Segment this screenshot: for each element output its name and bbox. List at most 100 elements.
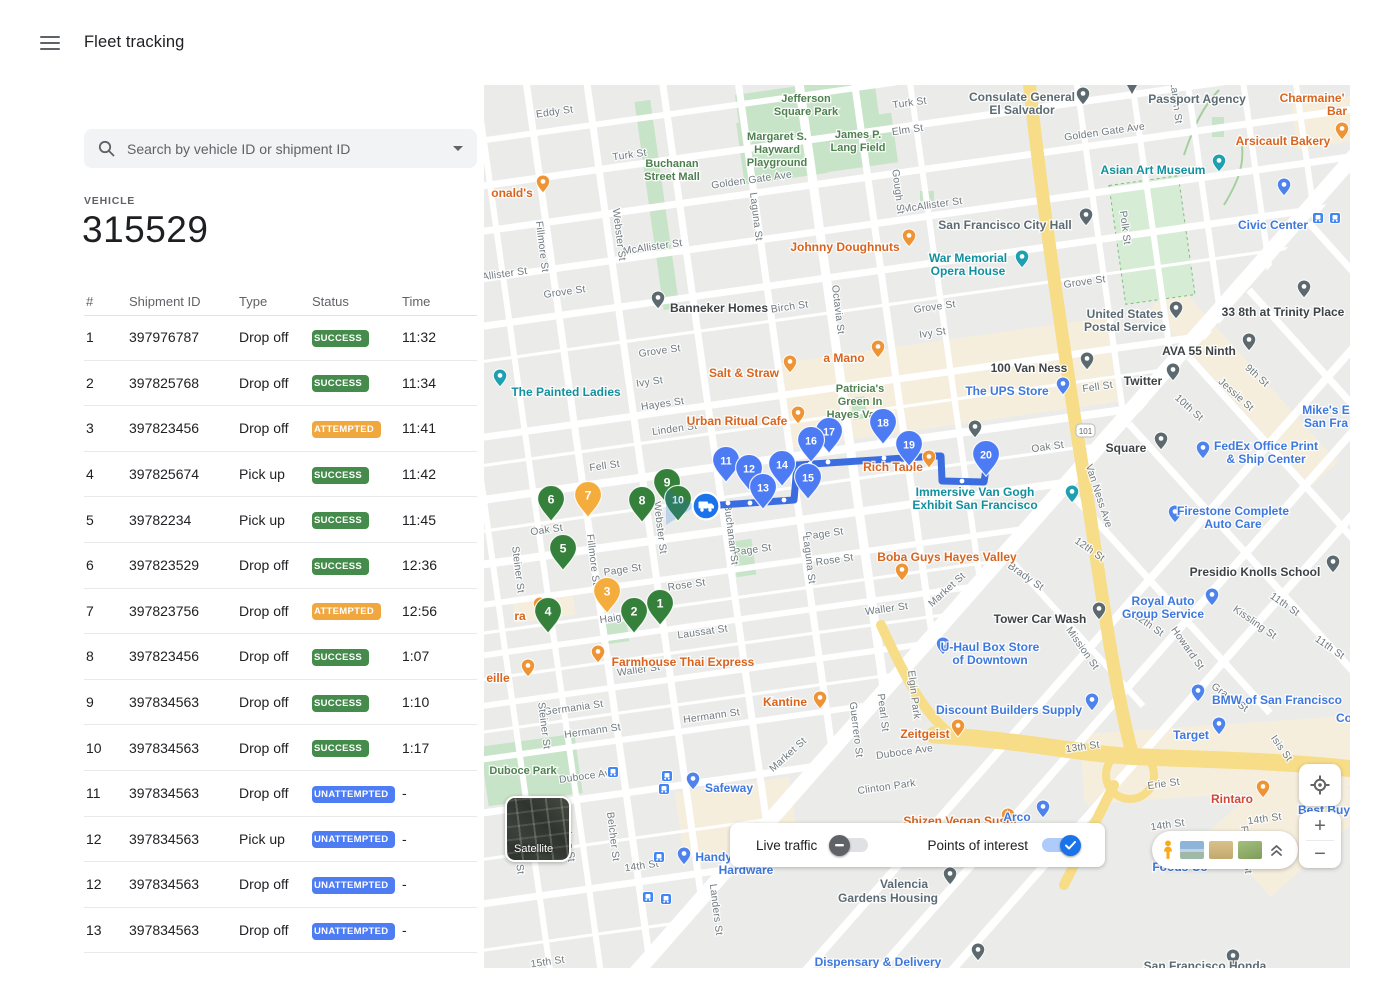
transit-icon[interactable] xyxy=(608,767,619,778)
transit-icon[interactable] xyxy=(662,771,673,782)
cell: 2 xyxy=(84,375,127,391)
poi-label[interactable]: JeffersonSquare Park xyxy=(774,93,839,118)
search-box[interactable] xyxy=(84,129,477,168)
imagery-thumbnail-3[interactable] xyxy=(1238,841,1262,859)
poi-label[interactable]: ra xyxy=(514,609,526,623)
map-canvas[interactable]: 101 Eddy StTurk StTurk StElm StGolden Ga… xyxy=(484,85,1350,968)
poi-label[interactable]: Boba Guys Hayes Valley xyxy=(877,550,1017,564)
cell: 4 xyxy=(84,466,127,482)
poi-label[interactable]: Target xyxy=(1173,728,1209,742)
table-row[interactable]: 12397834563Drop offUNATTEMPTED- xyxy=(84,862,477,908)
poi-label[interactable]: Tower Car Wash xyxy=(994,612,1087,626)
cell: 5 xyxy=(84,512,127,528)
poi-label[interactable]: Asian Art Museum xyxy=(1101,163,1206,177)
poi-label[interactable]: San Francisco Honda xyxy=(1144,959,1267,968)
satellite-toggle[interactable]: Satellite xyxy=(505,796,571,862)
poi-label[interactable]: Kantine xyxy=(763,695,807,709)
poi-label[interactable]: Valencia xyxy=(880,877,928,891)
poi-label[interactable]: 33 8th at Trinity Place xyxy=(1222,305,1345,319)
poi-label[interactable]: Charmaine' xyxy=(1280,91,1345,105)
table-row[interactable]: 14397834563Drop offUNATTEMPTED- xyxy=(84,953,477,968)
table-row[interactable]: 539782234Pick upSUCCESS11:45 xyxy=(84,497,477,543)
poi-label[interactable]: Rich Table xyxy=(863,460,923,474)
table-row[interactable]: 12397834563Pick upUNATTEMPTED- xyxy=(84,817,477,863)
poi-label[interactable]: Rintaro xyxy=(1211,792,1253,806)
poi-label[interactable]: Arco xyxy=(1003,810,1030,824)
cell: Pick up xyxy=(237,831,310,847)
poi-label[interactable]: Royal AutoGroup Service xyxy=(1122,594,1204,621)
cell: 397823456 xyxy=(127,420,237,436)
poi-label[interactable]: Co xyxy=(1336,711,1350,725)
table-row[interactable]: 9397834563Drop offSUCCESS1:10 xyxy=(84,680,477,726)
zoom-in-button[interactable]: + xyxy=(1299,812,1341,840)
poi-label[interactable]: BuchananStreet Mall xyxy=(644,158,700,183)
points-of-interest-toggle[interactable] xyxy=(1042,838,1079,852)
poi-label[interactable]: Mike's ESan Fra xyxy=(1302,403,1350,430)
table-row[interactable]: 10397834563Drop offSUCCESS1:17 xyxy=(84,725,477,771)
imagery-thumbnail-1[interactable] xyxy=(1180,841,1204,859)
table-row[interactable]: 11397834563Drop offUNATTEMPTED- xyxy=(84,771,477,817)
poi-label[interactable]: U-Haul Box Storeof Downtown xyxy=(941,640,1040,667)
transit-icon[interactable] xyxy=(643,892,654,903)
poi-label[interactable]: Banneker Homes xyxy=(670,301,768,315)
imagery-thumbnail-2[interactable] xyxy=(1209,841,1233,859)
transit-icon[interactable] xyxy=(1330,213,1341,224)
poi-label[interactable]: a Mano xyxy=(823,351,864,365)
poi-label[interactable]: The Painted Ladies xyxy=(511,385,621,399)
svg-text:14: 14 xyxy=(776,459,788,471)
table-row[interactable]: 8397823456Drop offSUCCESS1:07 xyxy=(84,634,477,680)
poi-label[interactable]: Presidio Knolls School xyxy=(1190,565,1321,579)
poi-label[interactable]: Civic Center xyxy=(1238,218,1308,232)
pegman-icon[interactable] xyxy=(1161,840,1175,860)
poi-label[interactable]: Johnny Doughnuts xyxy=(790,240,900,254)
poi-label[interactable]: United StatesPostal Service xyxy=(1084,307,1166,334)
poi-label[interactable]: Immersive Van GoghExhibit San Francisco xyxy=(912,485,1037,512)
poi-label[interactable]: FedEx Office Print& Ship Center xyxy=(1214,439,1318,466)
table-row[interactable]: 13397834563Drop offUNATTEMPTED- xyxy=(84,908,477,954)
poi-label[interactable]: onald's xyxy=(491,186,533,200)
transit-icon[interactable] xyxy=(661,894,672,905)
col-num: # xyxy=(84,294,127,309)
poi-label[interactable]: Passport Agency xyxy=(1148,92,1246,106)
poi-label[interactable]: Safeway xyxy=(705,781,753,795)
table-row[interactable]: 1397976787Drop offSUCCESS11:32 xyxy=(84,315,477,361)
poi-label[interactable]: Arsicault Bakery xyxy=(1236,134,1331,148)
poi-label[interactable]: The UPS Store xyxy=(965,384,1049,398)
poi-label[interactable]: Twitter xyxy=(1124,374,1163,388)
cell-time: - xyxy=(400,876,477,892)
poi-label[interactable]: Duboce Park xyxy=(489,765,557,777)
transit-icon[interactable] xyxy=(654,852,665,863)
table-row[interactable]: 6397823529Drop offSUCCESS12:36 xyxy=(84,543,477,589)
poi-label[interactable]: Margaret S.HaywardPlayground xyxy=(747,131,808,169)
poi-label[interactable]: AVA 55 Ninth xyxy=(1162,344,1236,358)
poi-label[interactable]: eille xyxy=(486,671,510,685)
poi-label[interactable]: James P.Lang Field xyxy=(831,129,886,154)
vehicle-label: VEHICLE xyxy=(84,195,135,207)
transit-icon[interactable] xyxy=(1313,213,1324,224)
poi-label[interactable]: 100 Van Ness xyxy=(991,361,1068,375)
table-row[interactable]: 4397825674Pick upSUCCESS11:42 xyxy=(84,452,477,498)
poi-label[interactable]: San Francisco City Hall xyxy=(938,218,1071,232)
transit-icon[interactable] xyxy=(659,784,670,795)
poi-label[interactable]: Zeitgeist xyxy=(900,727,949,741)
poi-label[interactable]: Salt & Straw xyxy=(709,366,780,380)
menu-icon[interactable] xyxy=(40,36,60,50)
poi-label[interactable]: Square xyxy=(1106,441,1147,455)
live-traffic-toggle[interactable] xyxy=(831,838,868,852)
poi-label[interactable]: Gardens Housing xyxy=(838,891,938,905)
zoom-out-button[interactable]: − xyxy=(1299,841,1341,869)
my-location-button[interactable] xyxy=(1299,764,1341,806)
poi-label[interactable]: Dispensary & Delivery xyxy=(815,955,942,968)
poi-label[interactable]: BMW of San Francisco xyxy=(1212,693,1342,707)
poi-label[interactable]: Discount Builders Supply xyxy=(936,703,1082,717)
dropdown-caret-icon[interactable] xyxy=(453,146,463,151)
poi-label[interactable]: War MemorialOpera House xyxy=(929,251,1007,278)
table-row[interactable]: 3397823456Drop offATTEMPTED11:41 xyxy=(84,406,477,452)
search-input[interactable] xyxy=(125,140,445,158)
poi-label[interactable]: Farmhouse Thai Express xyxy=(612,655,755,669)
collapse-icon[interactable] xyxy=(1270,844,1283,857)
poi-label[interactable]: Bar xyxy=(1327,104,1347,118)
poi-label[interactable]: Urban Ritual Cafe xyxy=(687,414,788,428)
table-row[interactable]: 7397823756Drop offATTEMPTED12:56 xyxy=(84,589,477,635)
table-row[interactable]: 2397825768Drop offSUCCESS11:34 xyxy=(84,361,477,407)
